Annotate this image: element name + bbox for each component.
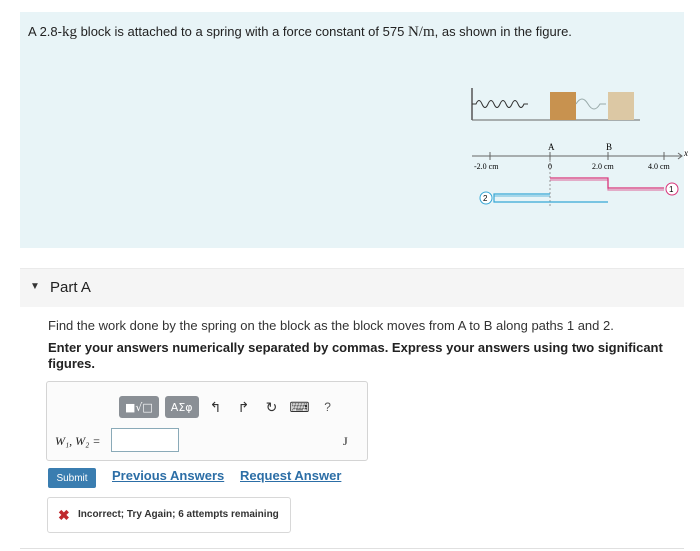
answer-input[interactable] [111, 428, 179, 452]
path-1: 1 [550, 177, 679, 196]
spring-stretched [575, 98, 606, 110]
reset-icon[interactable]: ↻ [261, 396, 283, 418]
undo-icon[interactable]: ↰ [205, 396, 227, 418]
submit-button[interactable]: Submit [48, 468, 96, 488]
tick-neg2: -2.0 cm [474, 162, 499, 171]
math-toolbar: ■√□ ΑΣφ ↰ ↱ ↻ ⌨ ? [119, 396, 339, 418]
tick-4: 4.0 cm [648, 162, 671, 171]
greek-symbols-button[interactable]: ΑΣφ [164, 396, 199, 418]
answer-instructions: Enter your answers numerically separated… [48, 340, 663, 371]
svg-text:1: 1 [669, 185, 674, 194]
answer-units: J [343, 434, 348, 448]
redo-icon[interactable]: ↱ [233, 396, 255, 418]
spring-block-figure: x A B -2.0 cm 0 2.0 cm 4.0 cm 1 2 [471, 88, 688, 206]
label-a: A [548, 142, 555, 152]
feedback-box: ✖ Incorrect; Try Again; 6 attempts remai… [47, 497, 291, 533]
templates-button[interactable]: ■√□ [119, 396, 159, 418]
label-b: B [606, 142, 612, 152]
incorrect-icon: ✖ [58, 507, 70, 523]
request-answer-link[interactable]: Request Answer [240, 468, 341, 483]
help-icon[interactable]: ? [317, 396, 339, 418]
problem-text: A 2.8-kg block is attached to a spring w… [28, 24, 572, 40]
keyboard-icon[interactable]: ⌨ [289, 396, 311, 418]
answer-label: W₁, W₂ = [55, 434, 101, 448]
problem-statement-panel: A 2.8-kg block is attached to a spring w… [20, 12, 688, 248]
previous-answers-link[interactable]: Previous Answers [112, 468, 224, 483]
question-text: Find the work done by the spring on the … [48, 318, 614, 333]
part-title: Part A [50, 279, 91, 296]
axis-label: x [683, 148, 688, 158]
part-a-header[interactable]: ▼ Part A [20, 268, 684, 307]
block-at-b [608, 92, 634, 120]
tick-2: 2.0 cm [592, 162, 615, 171]
spring-compressed [472, 100, 528, 108]
collapse-caret-icon[interactable]: ▼ [30, 281, 40, 292]
feedback-message: Incorrect; Try Again; 6 attempts remaini… [78, 509, 279, 520]
divider [20, 548, 684, 549]
path-2: 2 [479, 191, 608, 205]
svg-text:2: 2 [483, 194, 488, 203]
block-at-a [550, 92, 576, 120]
answer-editor: ■√□ ΑΣφ ↰ ↱ ↻ ⌨ ? W₁, W₂ = J [46, 381, 368, 461]
